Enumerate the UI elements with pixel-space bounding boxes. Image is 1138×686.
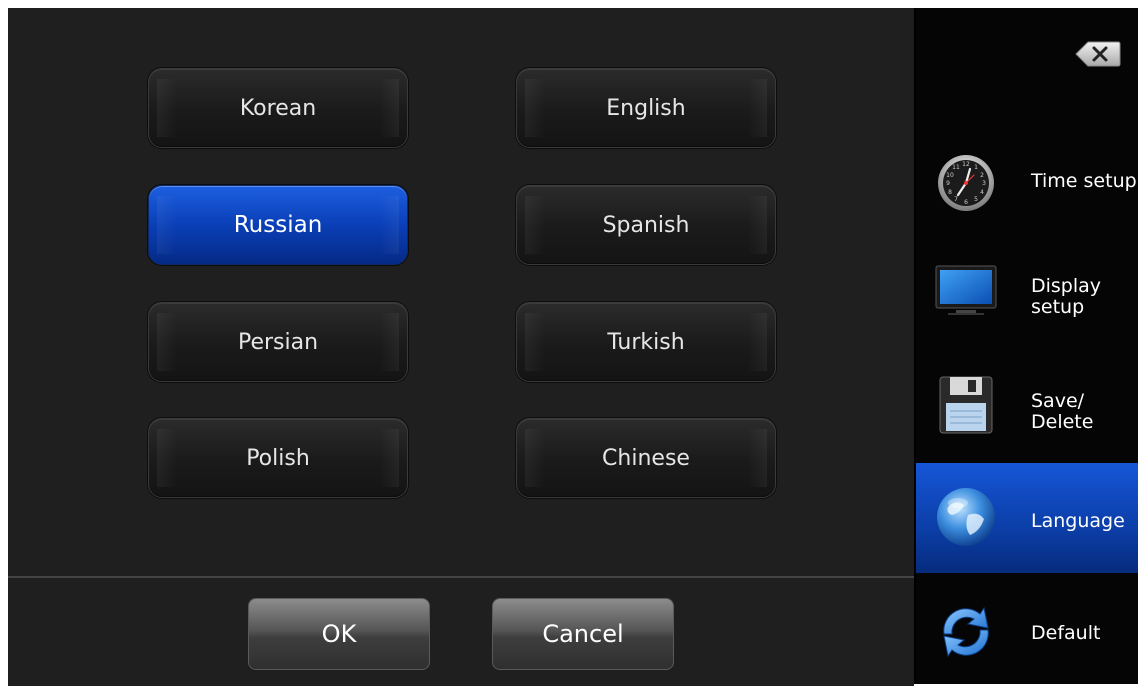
svg-text:12: 12: [962, 161, 970, 168]
language-chinese-button[interactable]: Chinese: [516, 418, 776, 498]
language-persian-button[interactable]: Persian: [148, 302, 408, 382]
svg-text:6: 6: [964, 199, 968, 206]
sidebar-item-language[interactable]: Language: [916, 463, 1138, 573]
sidebar-item-save-delete[interactable]: Save/ Delete: [916, 353, 1138, 463]
language-korean-button[interactable]: Korean: [148, 68, 408, 148]
svg-text:2: 2: [980, 172, 984, 179]
sidebar-item-default[interactable]: Default: [916, 578, 1138, 684]
svg-text:5: 5: [974, 196, 978, 203]
svg-text:9: 9: [946, 180, 950, 187]
svg-text:8: 8: [948, 189, 952, 196]
sidebar-item-label: Default: [1031, 622, 1101, 644]
floppy-disk-icon: [934, 373, 998, 437]
settings-screen: Korean English Russian Spanish Persian T…: [8, 8, 1138, 686]
sidebar-item-label: Language: [1031, 510, 1125, 532]
svg-text:1: 1: [974, 164, 978, 171]
language-turkish-button[interactable]: Turkish: [516, 302, 776, 382]
cancel-button[interactable]: Cancel: [492, 598, 674, 670]
language-panel: Korean English Russian Spanish Persian T…: [8, 8, 914, 576]
monitor-icon: [934, 260, 998, 324]
language-polish-button[interactable]: Polish: [148, 418, 408, 498]
close-icon[interactable]: [1074, 40, 1122, 68]
language-spanish-button[interactable]: Spanish: [516, 185, 776, 265]
action-bar: OK Cancel: [8, 576, 914, 686]
sidebar-item-label: Time setup: [1031, 170, 1137, 192]
svg-text:3: 3: [982, 180, 986, 187]
ok-button[interactable]: OK: [248, 598, 430, 670]
svg-text:11: 11: [952, 164, 960, 171]
language-english-button[interactable]: English: [516, 68, 776, 148]
sidebar-item-label: Display setup: [1031, 275, 1102, 318]
svg-text:7: 7: [954, 196, 958, 203]
clock-icon: 12 1 2 345 678 9 10 11: [934, 151, 998, 215]
language-russian-button[interactable]: Russian: [148, 185, 408, 265]
svg-text:10: 10: [946, 172, 954, 179]
sidebar-item-label: Save/ Delete: [1031, 390, 1094, 433]
refresh-icon: [934, 600, 998, 664]
sidebar-item-display-setup[interactable]: Display setup: [916, 238, 1138, 348]
svg-text:4: 4: [980, 189, 984, 196]
globe-icon: [934, 485, 998, 549]
sidebar-item-time-setup[interactable]: 12 1 2 345 678 9 10 11 Time setup: [916, 123, 1138, 233]
settings-sidebar: 12 1 2 345 678 9 10 11 Time setup Displa…: [916, 8, 1138, 684]
